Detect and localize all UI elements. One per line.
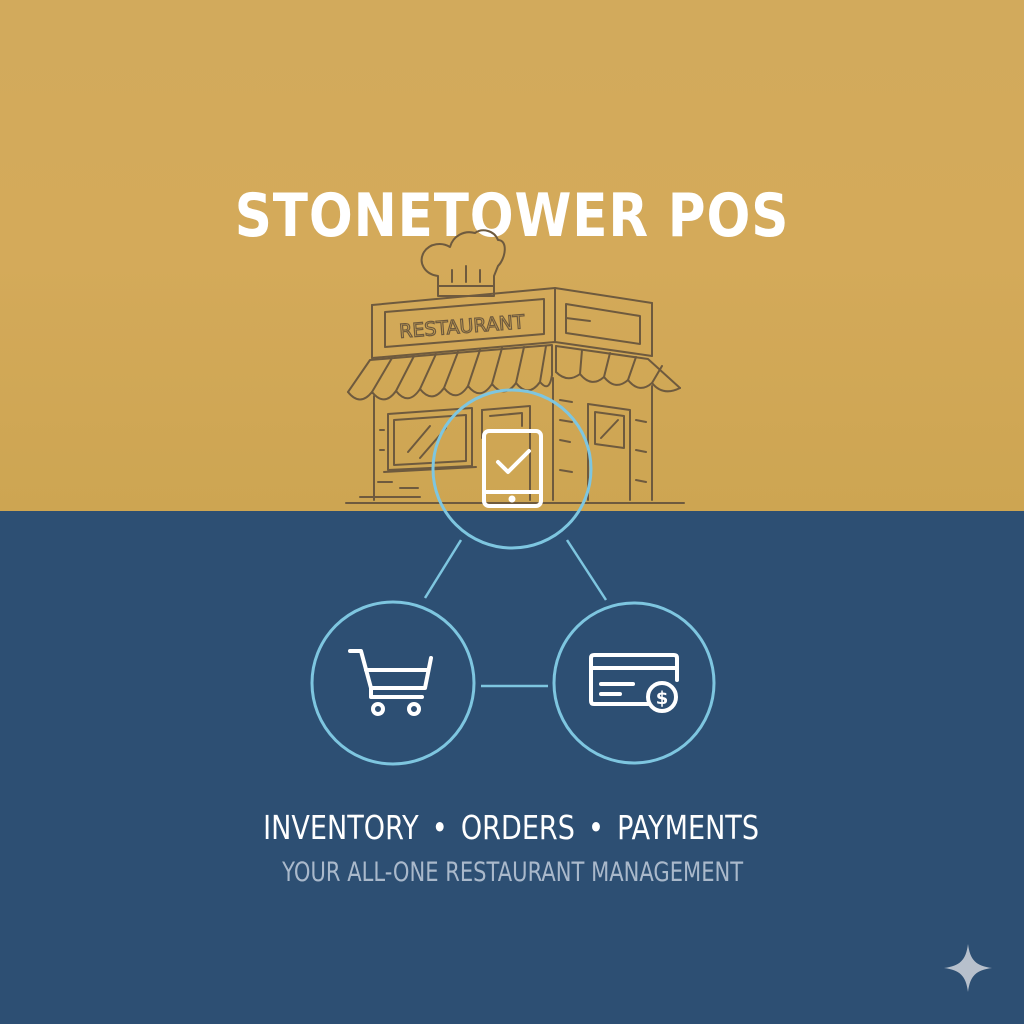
tagline: YOUR ALL-ONE RESTAURANT MANAGEMENT: [282, 857, 744, 888]
tablet-check-icon: [482, 429, 543, 508]
separator-dot: •: [588, 808, 604, 847]
feature-payments: PAYMENTS: [617, 808, 760, 847]
feature-inventory: INVENTORY: [263, 808, 419, 847]
connector-lines: [423, 539, 608, 688]
storefront-icon: [345, 229, 685, 504]
feature-orders: ORDERS: [460, 808, 575, 847]
chef-hat-icon: [420, 229, 506, 297]
shopping-cart-icon: [348, 649, 433, 716]
cart-circle: [310, 600, 476, 766]
sparkle-icon: [944, 944, 992, 992]
separator-dot: •: [431, 808, 448, 847]
dollar-sign-icon: $: [656, 688, 669, 709]
storefront-sign-text: RESTAURANT: [398, 311, 525, 343]
feature-list: INVENTORY • ORDERS • PAYMENTS: [91, 805, 931, 851]
